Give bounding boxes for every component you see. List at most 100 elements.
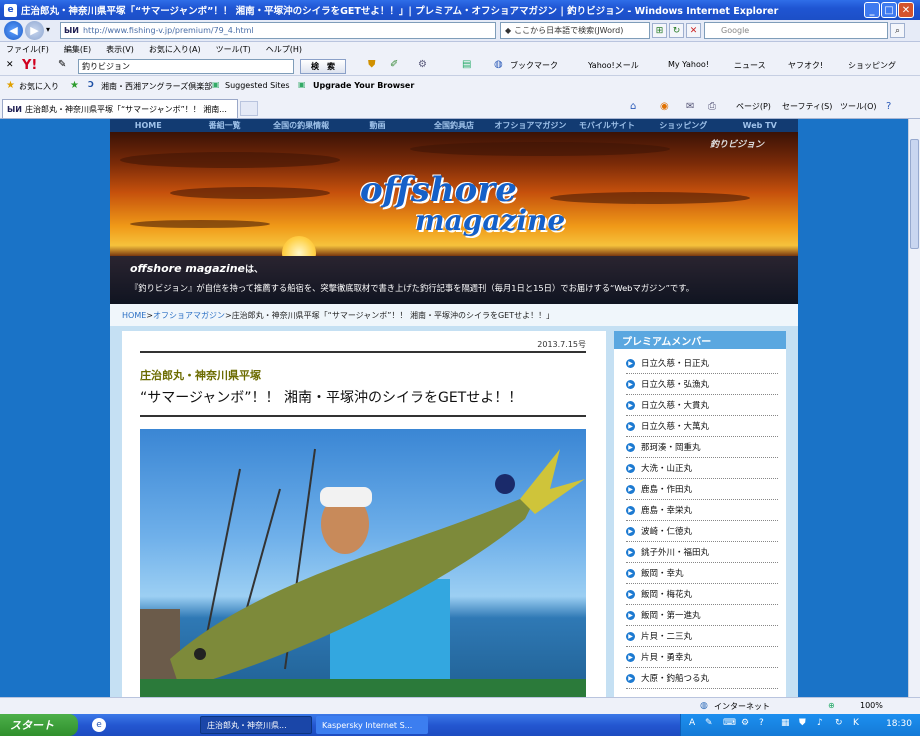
yahoo-auction[interactable]: ヤフオク! [788, 60, 823, 71]
close-button[interactable]: ✕ [898, 2, 914, 18]
yahoo-logo[interactable]: Y! [22, 58, 37, 73]
zoom-level[interactable]: 100% [860, 701, 883, 710]
nav-home[interactable]: HOME [110, 121, 186, 130]
protected-mode-icon[interactable]: ⊕ [828, 701, 835, 710]
arrow-icon: ▶ [626, 589, 635, 599]
nav-programs[interactable]: 番組一覧 [186, 120, 262, 131]
history-dropdown-icon[interactable]: ▾ [46, 25, 50, 34]
nav-webtv[interactable]: Web TV [722, 121, 798, 130]
site-favicon: Ɔ [88, 80, 94, 89]
help-icon[interactable]: ? [759, 718, 764, 728]
member-link[interactable]: ▶ 銚子外川・福田丸 [626, 542, 778, 563]
yahoo-search-input[interactable]: 釣りビジョン [78, 59, 294, 74]
member-link[interactable]: ▶ 日立久慈・弘漁丸 [626, 374, 778, 395]
arrow-icon: ▶ [626, 358, 635, 368]
cloud [550, 192, 750, 204]
nav-shopping[interactable]: ショッピング [645, 120, 721, 131]
keyboard-icon[interactable]: ⌨ [723, 718, 736, 728]
globe-icon[interactable]: ◍ [494, 59, 503, 70]
compat-view-icon[interactable]: ⊞ [652, 23, 667, 38]
yahoo-news[interactable]: ニュース [734, 60, 766, 71]
ime-icon[interactable]: ✎ [705, 718, 713, 728]
menu-edit[interactable]: 編集(E) [64, 44, 91, 55]
home-icon[interactable]: ⌂ [630, 101, 636, 112]
search-icon[interactable]: ⌕ [890, 23, 905, 38]
language-icon[interactable]: A [689, 718, 695, 728]
taskbar-kaspersky-window[interactable]: Kaspersky Internet S... [316, 716, 428, 734]
close-toolbar-icon[interactable]: ✕ [6, 60, 14, 70]
volume-icon[interactable]: ♪ [817, 718, 823, 728]
fav-suggested-sites[interactable]: Suggested Sites [225, 81, 290, 90]
security-icon[interactable]: ⛊ [799, 718, 806, 728]
wrench-icon[interactable]: ⚙ [418, 59, 427, 70]
maximize-button[interactable]: □ [881, 2, 897, 18]
fav-upgrade-browser[interactable]: Upgrade Your Browser [313, 81, 414, 90]
safety-menu[interactable]: セーフティ(S) [782, 101, 832, 112]
member-link[interactable]: ▶ 那珂湊・岡重丸 [626, 437, 778, 458]
stop-icon[interactable]: ✕ [686, 23, 701, 38]
antivirus-icon[interactable]: K [853, 718, 859, 728]
marker-icon[interactable]: ✐ [390, 59, 398, 70]
my-yahoo[interactable]: My Yahoo! [668, 60, 709, 69]
member-link[interactable]: ▶ 飯岡・幸丸 [626, 563, 778, 584]
nav-catch-info[interactable]: 全国の釣果情報 [263, 120, 339, 131]
page-menu[interactable]: ページ(P) [736, 101, 771, 112]
menu-tools[interactable]: ツール(T) [216, 44, 251, 55]
menu-favorites[interactable]: お気に入り(A) [149, 44, 201, 55]
yahoo-mail[interactable]: Yahoo!メール [588, 60, 639, 71]
member-link[interactable]: ▶ 波崎・仁徳丸 [626, 521, 778, 542]
member-link[interactable]: ▶ 片貝・二三丸 [626, 626, 778, 647]
member-link[interactable]: ▶ 飯岡・第一進丸 [626, 605, 778, 626]
forward-button[interactable]: ▶ [25, 21, 44, 40]
member-link[interactable]: ▶ 日立久慈・大萬丸 [626, 416, 778, 437]
shield-icon[interactable]: ⛊ [368, 59, 376, 70]
refresh-icon[interactable]: ↻ [669, 23, 684, 38]
address-bar[interactable]: ЫИ http://www.fishing-v.jp/premium/79_4.… [60, 22, 496, 39]
breadcrumb-section[interactable]: オフショアマガジン [153, 310, 225, 321]
minimize-button[interactable]: _ [864, 2, 880, 18]
yahoo-shopping[interactable]: ショッピング [848, 60, 896, 71]
member-link[interactable]: ▶ 大原・釣船つる丸 [626, 668, 778, 689]
menu-file[interactable]: ファイル(F) [6, 44, 49, 55]
member-link[interactable]: ▶ 大洗・山正丸 [626, 458, 778, 479]
member-link[interactable]: ▶ 日立久慈・大貫丸 [626, 395, 778, 416]
tools-menu[interactable]: ツール(O) [840, 101, 877, 112]
nav-video[interactable]: 動画 [339, 120, 415, 131]
menu-view[interactable]: 表示(V) [106, 44, 134, 55]
taskbar-ie-window[interactable]: 庄治郎丸・神奈川県... [200, 716, 312, 734]
favorites-button[interactable]: お気に入り [19, 81, 59, 92]
vertical-scrollbar[interactable] [908, 119, 920, 697]
jword-search-field[interactable]: ◆ ここから日本語で検索(JWord) [500, 22, 650, 39]
network-icon[interactable]: ▦ [781, 718, 790, 728]
fav-link-shonan[interactable]: 湘南・西湘アングラーズ倶楽部 [101, 81, 212, 92]
nav-offshore-magazine[interactable]: オフショアマガジン [492, 120, 568, 131]
update-icon[interactable]: ↻ [835, 718, 843, 728]
ie-quicklaunch-icon[interactable]: e [92, 718, 106, 732]
feeds-icon[interactable]: ◉ [660, 101, 669, 112]
yahoo-bookmark[interactable]: ブックマーク [510, 60, 558, 71]
scroll-thumb[interactable] [910, 139, 919, 249]
yahoo-search-button[interactable]: 検 索 [300, 59, 346, 74]
security-zone: インターネット [714, 702, 770, 711]
pencil-icon[interactable]: ✎ [58, 59, 66, 70]
browser-tab[interactable]: ЫИ 庄治郎丸・神奈川県平塚「“サマージャンボ”！！ 湘南... [2, 99, 238, 118]
member-link[interactable]: ▶ 片貝・勇幸丸 [626, 647, 778, 668]
new-tab-button[interactable] [240, 101, 258, 116]
nav-tackle-shops[interactable]: 全国釣具店 [416, 120, 492, 131]
member-link[interactable]: ▶ 鹿島・作田丸 [626, 479, 778, 500]
print-icon[interactable]: ⎙ [708, 101, 716, 112]
settings-icon[interactable]: ⚙ [741, 718, 749, 728]
breadcrumb-home[interactable]: HOME [122, 311, 146, 320]
add-favorite-icon[interactable]: ★ [70, 80, 79, 91]
back-button[interactable]: ◀ [4, 21, 23, 40]
member-link[interactable]: ▶ 日立久慈・日正丸 [626, 353, 778, 374]
mail-icon[interactable]: ✉ [686, 101, 694, 112]
nav-mobile[interactable]: モバイルサイト [569, 120, 645, 131]
menu-help[interactable]: ヘルプ(H) [266, 44, 302, 55]
member-link[interactable]: ▶ 飯岡・梅花丸 [626, 584, 778, 605]
start-button[interactable]: スタート [0, 714, 78, 736]
google-search-input[interactable]: Google [704, 22, 888, 39]
help-icon[interactable]: ? [886, 101, 891, 112]
doc-icon[interactable]: ▤ [462, 59, 471, 70]
member-link[interactable]: ▶ 鹿島・幸栄丸 [626, 500, 778, 521]
